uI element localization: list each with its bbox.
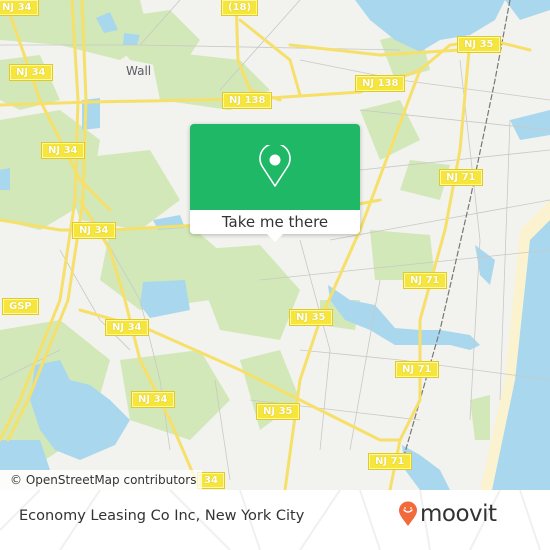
road-shield-nj34: NJ 34 bbox=[131, 391, 175, 408]
place-label-wall: Wall bbox=[126, 64, 152, 78]
road-shield-nj34: NJ 34 bbox=[105, 319, 149, 336]
road-shield-nj34: NJ 34 bbox=[9, 64, 53, 81]
road-shield-gsp: GSP bbox=[2, 298, 39, 315]
road-shield-nj71: NJ 71 bbox=[395, 361, 439, 378]
road-shield-nj34: NJ 34 bbox=[41, 142, 85, 159]
road-shield-nj34: NJ 34 bbox=[0, 0, 39, 16]
moovit-logo[interactable]: moovit bbox=[398, 501, 497, 527]
popup-header[interactable] bbox=[190, 124, 360, 210]
road-shield-nj138: NJ 138 bbox=[221, 92, 273, 109]
moovit-pin-icon bbox=[399, 501, 417, 526]
map[interactable]: Wall NJ 34 (18) NJ 35 NJ 138 NJ 34 NJ 13… bbox=[0, 0, 550, 490]
footer: Economy Leasing Co Inc, New York City mo… bbox=[0, 490, 550, 550]
take-me-there-button[interactable]: Take me there bbox=[190, 210, 360, 234]
road-shield-nj71: NJ 71 bbox=[368, 453, 412, 470]
road-shield-nj35: NJ 35 bbox=[256, 403, 300, 420]
road-shield-us18: (18) bbox=[220, 0, 259, 16]
road-shield-nj138: NJ 138 bbox=[354, 75, 406, 92]
road-shield-nj34: NJ 34 bbox=[72, 222, 116, 239]
map-pin-icon bbox=[259, 145, 291, 187]
road-shield-nj35: NJ 35 bbox=[289, 309, 333, 326]
location-popup[interactable]: Take me there bbox=[190, 124, 360, 242]
popup-pointer bbox=[267, 234, 283, 242]
location-title: Economy Leasing Co Inc, New York City bbox=[19, 508, 305, 524]
road-shield-nj35: NJ 35 bbox=[457, 36, 501, 53]
road-shield-nj71: NJ 71 bbox=[439, 169, 483, 186]
map-attribution[interactable]: © OpenStreetMap contributors bbox=[0, 470, 203, 490]
road-shield-nj71: NJ 71 bbox=[403, 272, 447, 289]
moovit-wordmark: moovit bbox=[420, 501, 497, 527]
